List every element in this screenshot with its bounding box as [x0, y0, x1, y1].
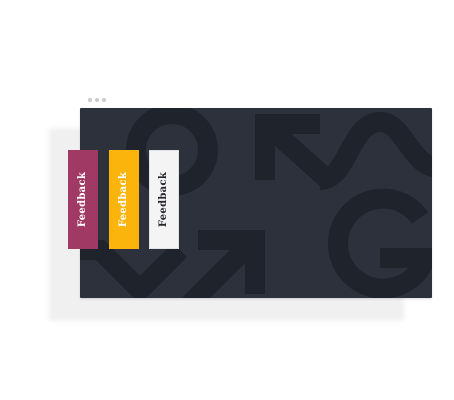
feedback-tab-label: Feedback — [158, 171, 170, 228]
pattern-letter-g — [328, 188, 432, 298]
pattern-wave — [318, 111, 432, 190]
feedback-tab-label: Feedback — [118, 171, 130, 228]
pattern-arrow-diagonal-2 — [182, 236, 258, 298]
window-dot — [95, 98, 99, 102]
feedback-tab-yellow[interactable]: Feedback — [109, 150, 139, 249]
pattern-zigzag — [80, 240, 188, 298]
pattern-arrow-diagonal — [263, 120, 335, 188]
feedback-tab-label: Feedback — [77, 171, 89, 228]
window-controls — [88, 98, 106, 102]
feedback-tab-white[interactable]: Feedback — [149, 150, 179, 249]
window-dot — [88, 98, 92, 102]
preview-stage: Feedback Feedback Feedback — [0, 0, 454, 400]
feedback-tab-magenta[interactable]: Feedback — [68, 150, 98, 249]
window-dot — [102, 98, 106, 102]
